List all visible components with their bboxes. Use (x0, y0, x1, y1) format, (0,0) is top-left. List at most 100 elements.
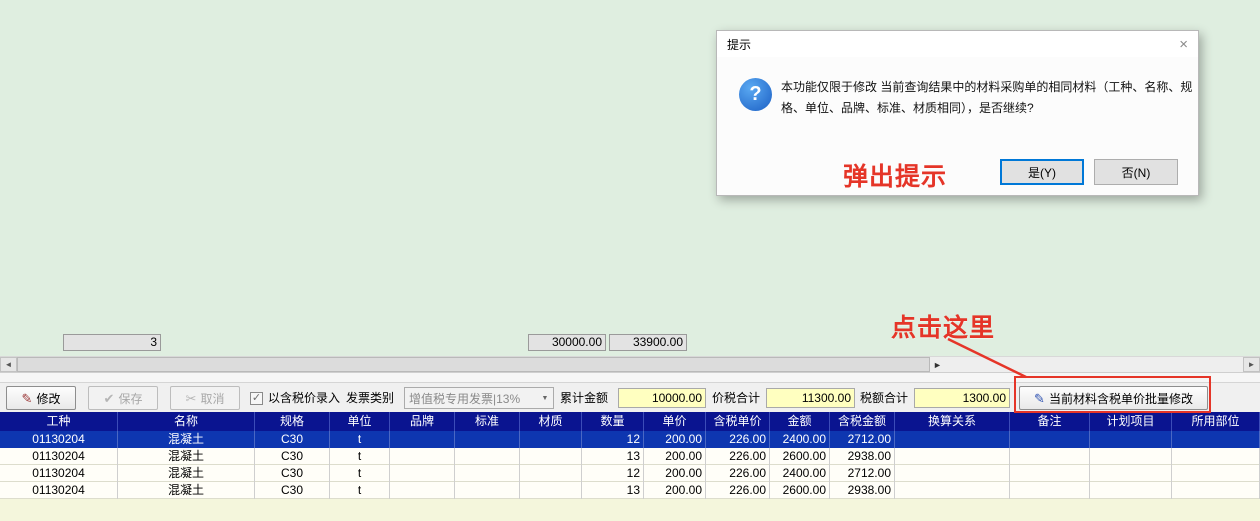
table-cell[interactable]: 01130204 (0, 465, 118, 482)
table-cell[interactable]: t (330, 431, 390, 448)
invoice-type-select[interactable]: 增值税专用发票|13% ▼ (404, 387, 554, 409)
price-tax-total-field[interactable] (766, 388, 855, 408)
table-cell[interactable]: C30 (255, 465, 330, 482)
table-cell[interactable]: 混凝土 (118, 465, 255, 482)
table-row[interactable]: 01130204混凝土C30t 13200.00226.002600.002938… (0, 482, 1260, 499)
table-cell[interactable]: 13 (582, 482, 644, 499)
column-header[interactable]: 单位 (330, 412, 390, 431)
table-cell[interactable]: 200.00 (644, 482, 706, 499)
table-cell[interactable]: 12 (582, 465, 644, 482)
tax-total-field[interactable] (914, 388, 1010, 408)
column-header[interactable]: 工种 (0, 412, 118, 431)
table-cell[interactable]: C30 (255, 448, 330, 465)
table-row[interactable]: 01130204混凝土C30t 13200.00226.002600.002938… (0, 448, 1260, 465)
column-header[interactable]: 含税金额 (830, 412, 895, 431)
table-cell[interactable] (520, 465, 582, 482)
table-cell[interactable] (520, 448, 582, 465)
table-cell[interactable]: 2600.00 (770, 448, 830, 465)
table-cell[interactable] (1172, 465, 1260, 482)
table-cell[interactable]: 混凝土 (118, 482, 255, 499)
table-cell[interactable] (390, 448, 455, 465)
table-cell[interactable]: 01130204 (0, 448, 118, 465)
cancel-button[interactable]: ✂ 取消 (170, 386, 240, 410)
table-cell[interactable]: 混凝土 (118, 448, 255, 465)
scrollbar-thumb[interactable] (17, 357, 930, 372)
close-icon[interactable]: × (1179, 37, 1188, 52)
table-cell[interactable]: 2938.00 (830, 448, 895, 465)
table-cell[interactable]: 混凝土 (118, 431, 255, 448)
column-header[interactable]: 换算关系 (895, 412, 1010, 431)
table-cell[interactable]: 2712.00 (830, 431, 895, 448)
column-header[interactable]: 备注 (1010, 412, 1090, 431)
table-cell[interactable]: 2400.00 (770, 431, 830, 448)
table-cell[interactable]: 226.00 (706, 431, 770, 448)
table-cell[interactable]: 2712.00 (830, 465, 895, 482)
column-header[interactable]: 所用部位 (1172, 412, 1260, 431)
batch-modify-button[interactable]: ✎ 当前材料含税单价批量修改 (1019, 386, 1208, 410)
table-cell[interactable] (390, 482, 455, 499)
cumulative-amount-field[interactable] (618, 388, 706, 408)
table-cell[interactable] (1010, 482, 1090, 499)
table-cell[interactable] (1172, 431, 1260, 448)
table-cell[interactable]: 226.00 (706, 448, 770, 465)
table-cell[interactable] (455, 448, 520, 465)
table-cell[interactable]: 2400.00 (770, 465, 830, 482)
column-header[interactable]: 含税单价 (706, 412, 770, 431)
save-button[interactable]: ✔ 保存 (88, 386, 158, 410)
column-header[interactable]: 金额 (770, 412, 830, 431)
column-header[interactable]: 规格 (255, 412, 330, 431)
table-cell[interactable]: 01130204 (0, 482, 118, 499)
table-cell[interactable] (455, 465, 520, 482)
scroll-left-icon[interactable]: ◄ (0, 357, 17, 372)
table-cell[interactable] (1010, 448, 1090, 465)
table-cell[interactable] (895, 431, 1010, 448)
table-cell[interactable] (520, 431, 582, 448)
table-cell[interactable] (895, 465, 1010, 482)
table-cell[interactable] (1090, 482, 1172, 499)
table-cell[interactable] (520, 482, 582, 499)
table-cell[interactable] (895, 482, 1010, 499)
table-cell[interactable]: 226.00 (706, 482, 770, 499)
table-cell[interactable]: 200.00 (644, 448, 706, 465)
column-header[interactable]: 计划项目 (1090, 412, 1172, 431)
table-cell[interactable]: 01130204 (0, 431, 118, 448)
column-header[interactable]: 品牌 (390, 412, 455, 431)
table-cell[interactable] (895, 448, 1010, 465)
table-cell[interactable]: 226.00 (706, 465, 770, 482)
table-cell[interactable]: t (330, 465, 390, 482)
table-cell[interactable]: 200.00 (644, 465, 706, 482)
table-cell[interactable]: 2600.00 (770, 482, 830, 499)
table-cell[interactable]: C30 (255, 482, 330, 499)
table-cell[interactable]: C30 (255, 431, 330, 448)
column-header[interactable]: 单价 (644, 412, 706, 431)
table-cell[interactable] (1010, 465, 1090, 482)
column-header[interactable]: 标准 (455, 412, 520, 431)
column-header[interactable]: 材质 (520, 412, 582, 431)
table-cell[interactable]: t (330, 448, 390, 465)
table-cell[interactable] (390, 465, 455, 482)
table-cell[interactable] (1172, 482, 1260, 499)
table-cell[interactable] (455, 431, 520, 448)
table-cell[interactable] (1010, 431, 1090, 448)
chevron-down-icon[interactable]: ▼ (537, 395, 553, 402)
table-cell[interactable] (1090, 431, 1172, 448)
scroll-right-icon[interactable]: ► (1243, 357, 1260, 372)
table-cell[interactable] (455, 482, 520, 499)
table-cell[interactable]: 13 (582, 448, 644, 465)
column-header[interactable]: 名称 (118, 412, 255, 431)
table-cell[interactable] (1172, 448, 1260, 465)
table-row[interactable]: 01130204混凝土C30t12200.00226.002400.002712… (0, 431, 1260, 448)
no-button[interactable]: 否(N) (1094, 159, 1178, 185)
table-cell[interactable] (1090, 448, 1172, 465)
table-cell[interactable]: 200.00 (644, 431, 706, 448)
horizontal-scrollbar[interactable]: ◄ ► ► (0, 356, 1260, 373)
table-cell[interactable] (1090, 465, 1172, 482)
yes-button[interactable]: 是(Y) (1000, 159, 1084, 185)
modify-button[interactable]: ✎ 修改 (6, 386, 76, 410)
table-row[interactable]: 01130204混凝土C30t 12200.00226.002400.002712… (0, 465, 1260, 482)
tax-entry-checkbox[interactable]: ✓ (250, 392, 263, 405)
table-cell[interactable]: 2938.00 (830, 482, 895, 499)
column-header[interactable]: 数量 (582, 412, 644, 431)
table-cell[interactable]: t (330, 482, 390, 499)
table-cell[interactable] (390, 431, 455, 448)
